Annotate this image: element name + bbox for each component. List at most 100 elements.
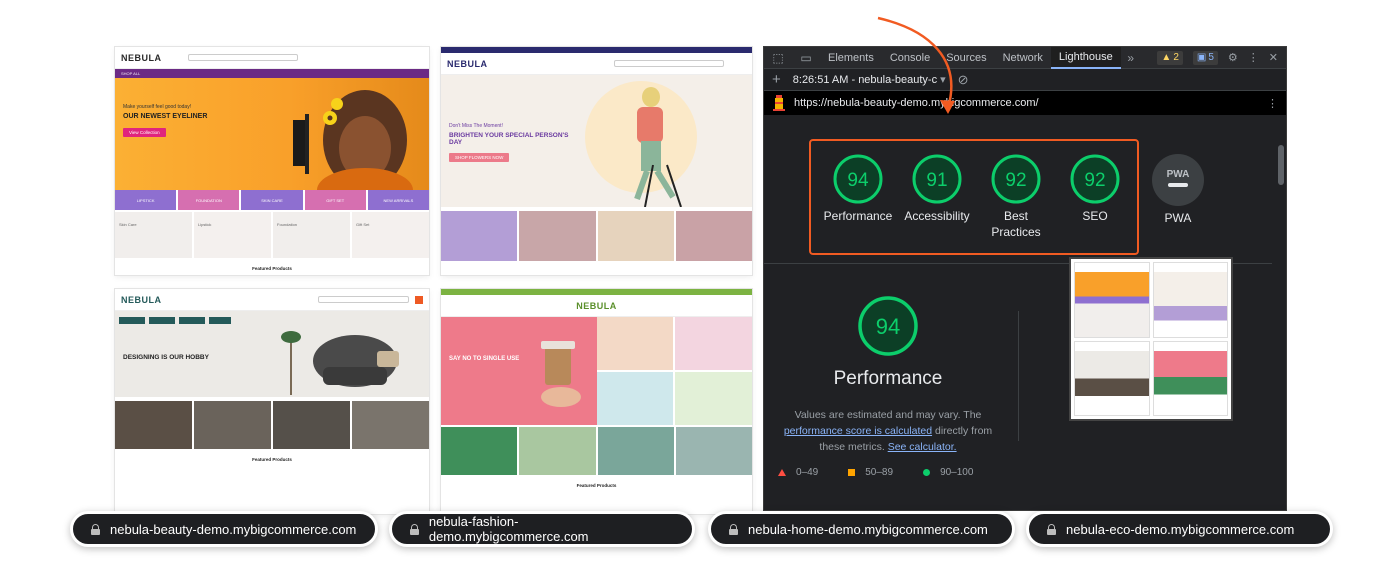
tile-1[interactable] [115, 401, 192, 449]
clear-reports-icon[interactable]: ⊘ [958, 72, 969, 88]
tile-2[interactable] [519, 427, 596, 475]
gauge-performance[interactable]: 94 Performance [819, 153, 897, 225]
hero-text: Don't Miss The Moment! BRIGHTEN YOUR SPE… [449, 123, 579, 164]
tile-2[interactable] [519, 211, 596, 261]
hero-text: DESIGNING IS OUR HOBBY [123, 351, 253, 361]
featured-heading: Featured Products [576, 483, 617, 488]
tab-network[interactable]: Network [995, 47, 1051, 69]
legend-average: 50–89 [848, 467, 893, 478]
screenshot-beauty [1074, 262, 1150, 338]
report-body: 94 Performance 91 Accessibility 92 Best … [764, 115, 1286, 510]
tile-3[interactable]: Foundation [273, 212, 350, 258]
tile-row: Skin Care Lipstick Foundation Gift Set [115, 212, 429, 258]
tab-console[interactable]: Console [882, 47, 938, 69]
performance-big-value: 94 [876, 314, 900, 339]
tab-elements[interactable]: Elements [820, 47, 882, 69]
close-icon[interactable]: ✕ [1269, 51, 1278, 64]
more-tabs-icon[interactable]: » [1121, 47, 1141, 69]
tile-4[interactable] [352, 401, 429, 449]
tile-3[interactable] [597, 211, 674, 261]
scrollbar[interactable] [1278, 145, 1284, 185]
messages-badge[interactable]: ▣ 5 [1192, 50, 1218, 65]
tile-4[interactable] [675, 211, 752, 261]
category-2[interactable]: FOUNDATION [178, 190, 240, 210]
url-pill-eco[interactable]: nebula-eco-demo.mybigcommerce.com [1026, 511, 1333, 547]
category-5[interactable]: NEW ARRIVALS [367, 190, 429, 210]
score-calc-link[interactable]: performance score is calculated [784, 425, 932, 437]
tile-4[interactable]: Gift Set [352, 212, 429, 258]
legend-average-range: 50–89 [865, 467, 894, 478]
tile-1[interactable] [441, 211, 518, 261]
devtools-panel: ⬚ ▭ Elements Console Sources Network Lig… [764, 47, 1286, 510]
score-legend: 0–49 50–89 90–100 [778, 467, 973, 478]
gauge-best-practices[interactable]: 92 Best Practices [977, 153, 1055, 240]
see-calculator-link[interactable]: See calculator. [888, 441, 957, 453]
warnings-count: 2 [1173, 52, 1179, 63]
tile-4[interactable] [675, 427, 752, 475]
tile-row [441, 211, 752, 261]
url-pill-beauty[interactable]: nebula-beauty-demo.mybigcommerce.com [70, 511, 378, 547]
lock-icon [729, 523, 738, 535]
eco-hero-left: SAY NO TO SINGLE USE [441, 317, 597, 425]
thumb-search [613, 60, 724, 67]
hero-text: SAY NO TO SINGLE USE [449, 353, 579, 363]
report-time: 8:26:51 AM - nebula-beauty-c [792, 74, 938, 86]
hero-button[interactable]: View Collection [123, 127, 166, 137]
tile-3[interactable] [597, 427, 674, 475]
performance-big-gauge: 94 [858, 296, 918, 356]
warning-icon: ▲ [1161, 52, 1172, 63]
thumbnail-beauty[interactable]: NEBULA SHOP ALL Make yourself feel good … [115, 47, 429, 275]
thumb-hero: DESIGNING IS OUR HOBBY [115, 311, 429, 397]
gauge-performance-value: 94 [847, 170, 869, 191]
hero-tagline: Make yourself feel good today! [123, 104, 192, 110]
category-row: LIPSTICK FOUNDATION SKIN CARE GIFT SET N… [115, 190, 429, 210]
hero-button[interactable]: SHOP FLOWERS NOW [449, 153, 510, 163]
category-3[interactable]: SKIN CARE [241, 190, 303, 210]
dropdown-caret-icon: ▾ [940, 74, 946, 86]
thumb-logo: NEBULA [121, 52, 162, 63]
tile-3[interactable] [273, 401, 350, 449]
thumbnail-home[interactable]: NEBULA DESIGNING IS OUR HOBBY Featured P… [115, 289, 429, 514]
url-pill-text: nebula-eco-demo.mybigcommerce.com [1066, 521, 1295, 537]
screenshot-fashion [1152, 262, 1228, 338]
category-1[interactable]: LIPSTICK [115, 190, 177, 210]
tab-sources[interactable]: Sources [938, 47, 994, 69]
report-url[interactable]: https://nebula-beauty-demo.mybigcommerce… [794, 97, 1039, 109]
device-toolbar-icon[interactable]: ▭ [792, 47, 820, 69]
thumbnail-eco[interactable]: NEBULA SAY NO TO SINGLE USE Featured Pro… [441, 289, 752, 514]
tile-2[interactable] [194, 401, 271, 449]
screenshot-home [1074, 340, 1150, 416]
gauge-pwa[interactable]: PWA PWA [1139, 153, 1217, 227]
tab-lighthouse[interactable]: Lighthouse [1050, 47, 1121, 69]
report-menu-icon[interactable]: ⋮ [1267, 97, 1278, 110]
page: NEBULA SHOP ALL Make yourself feel good … [0, 0, 1400, 580]
report-url-bar: https://nebula-beauty-demo.mybigcommerce… [764, 91, 1286, 115]
average-square-icon [848, 469, 856, 476]
gauge-accessibility-label: Accessibility [904, 209, 970, 223]
hero-text: Make yourself feel good today! OUR NEWES… [123, 104, 253, 139]
legend-fail: 0–49 [778, 467, 818, 478]
warnings-badge[interactable]: ▲ 2 [1157, 50, 1183, 65]
report-selector[interactable]: 8:26:51 AM - nebula-beauty-c ▾ [793, 73, 946, 86]
url-pill-home[interactable]: nebula-home-demo.mybigcommerce.com [708, 511, 1015, 547]
tile-2[interactable]: Lipstick [194, 212, 271, 258]
fail-triangle-icon [778, 469, 786, 476]
gauge-seo[interactable]: 92 SEO [1056, 153, 1134, 225]
new-report-icon[interactable]: + [772, 71, 781, 88]
thumbnail-fashion[interactable]: NEBULA Don't Miss The Moment! BRIGHTEN Y… [441, 47, 752, 275]
performance-title: Performance [833, 368, 943, 389]
url-pill-fashion[interactable]: nebula-fashion-demo.mybigcommerce.com [389, 511, 695, 547]
settings-gear-icon[interactable]: ⚙ [1228, 51, 1238, 64]
gauge-accessibility[interactable]: 91 Accessibility [898, 153, 976, 225]
thumb-hero: SAY NO TO SINGLE USE [441, 317, 752, 425]
category-4[interactable]: GIFT SET [304, 190, 366, 210]
legend-pass: 90–100 [923, 467, 973, 478]
kebab-menu-icon[interactable]: ⋮ [1248, 51, 1259, 64]
gauge-performance-ring: 94 [833, 154, 883, 204]
tile-1[interactable]: Skin Care [115, 212, 192, 258]
tile-1[interactable] [441, 427, 518, 475]
final-screenshot[interactable] [1069, 257, 1233, 421]
hero-tagline: Don't Miss The Moment! [449, 123, 503, 129]
gauge-performance-label: Performance [823, 209, 893, 223]
inspect-element-icon[interactable]: ⬚ [764, 47, 792, 69]
